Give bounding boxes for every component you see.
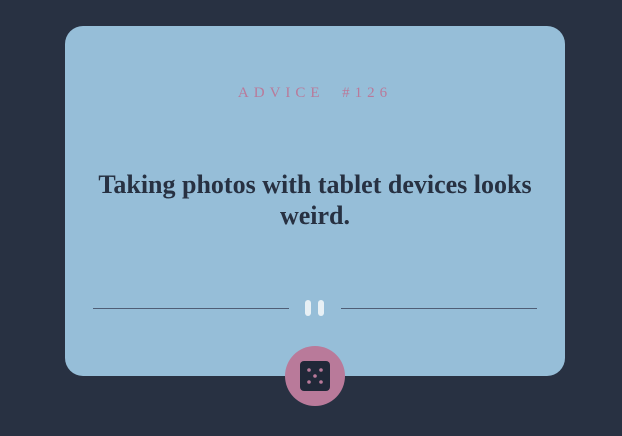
dice-icon <box>300 361 330 391</box>
divider-line-left <box>93 308 289 309</box>
pause-bar-left <box>305 300 311 316</box>
new-advice-button[interactable] <box>285 346 345 406</box>
advice-id: ADVICE #126 <box>237 85 393 101</box>
advice-text: Taking photos with tablet devices looks … <box>98 170 532 230</box>
divider-line-right <box>341 308 537 309</box>
pause-bar-right <box>318 300 324 316</box>
pause-icon <box>305 300 325 316</box>
advice-card: ADVICE #126 Taking photos with tablet de… <box>65 26 565 376</box>
